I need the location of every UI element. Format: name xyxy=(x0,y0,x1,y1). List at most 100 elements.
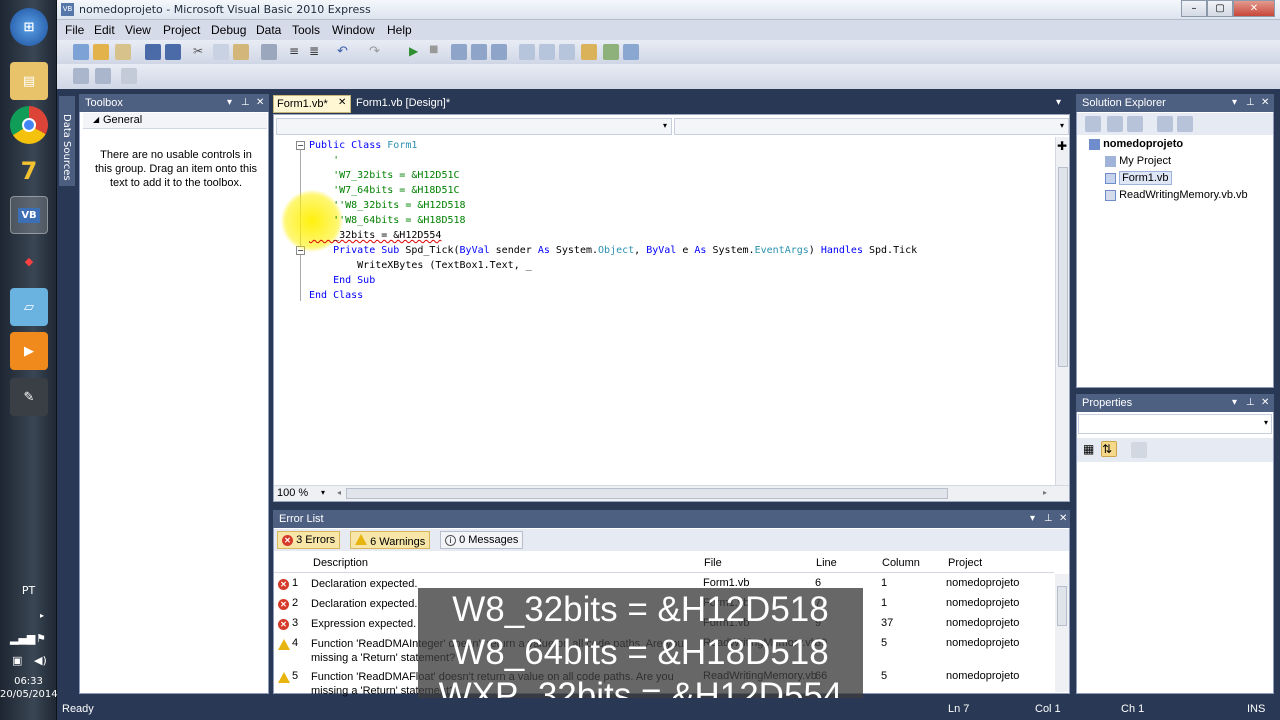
new-project-icon[interactable] xyxy=(73,44,89,60)
object-browser-icon[interactable] xyxy=(559,44,575,60)
flag-icon[interactable]: ⚑ xyxy=(36,632,46,645)
format-icon[interactable] xyxy=(73,68,89,84)
align-icon[interactable] xyxy=(121,68,137,84)
app-icon[interactable]: ◆ xyxy=(10,242,48,280)
close-icon[interactable]: ✕ xyxy=(1261,394,1269,412)
column-description[interactable]: Description xyxy=(313,557,368,569)
tree-item-form1[interactable]: Form1.vb xyxy=(1105,171,1248,189)
start-debugging-icon[interactable]: ▶ xyxy=(409,44,425,60)
object-selector[interactable]: ▾ xyxy=(1078,414,1272,434)
column-file[interactable]: File xyxy=(704,557,722,569)
properties-icon[interactable] xyxy=(1085,116,1101,132)
network-icon[interactable]: ▂▄▆ xyxy=(10,632,35,645)
explorer-icon[interactable]: ▤ xyxy=(10,62,48,100)
dropdown-icon[interactable]: ▾ xyxy=(227,94,232,112)
column-line[interactable]: Line xyxy=(816,557,837,569)
horizontal-scrollbar[interactable]: 100 % ▾ ◂ ▸ xyxy=(274,485,1069,501)
tab-overflow-icon[interactable]: ▾ xyxy=(1056,97,1061,108)
comment-icon[interactable]: ≡ xyxy=(289,44,305,60)
dropdown-icon[interactable]: ▾ xyxy=(1232,94,1237,112)
tree-item-project[interactable]: nomedoprojeto xyxy=(1089,138,1232,155)
step-over-icon[interactable] xyxy=(471,44,487,60)
property-pages-icon[interactable] xyxy=(1131,442,1147,458)
zoom-level[interactable]: 100 % xyxy=(277,487,308,499)
tray-expand-icon[interactable]: ▸ xyxy=(40,611,44,620)
toolbox-group-general[interactable]: ◢ General xyxy=(83,113,267,129)
errors-filter-button[interactable]: ✕ 3 Errors xyxy=(277,531,341,549)
add-item-icon[interactable] xyxy=(115,44,131,60)
close-button[interactable]: ✕ xyxy=(1233,0,1275,17)
tab-form1-vb[interactable]: Form1.vb* ✕ xyxy=(273,95,351,113)
method-dropdown[interactable]: ▾ xyxy=(674,118,1069,135)
dropdown-icon[interactable]: ▾ xyxy=(1030,510,1035,528)
stop-icon[interactable]: ■ xyxy=(429,44,445,60)
battery-icon[interactable]: ▣ xyxy=(12,654,22,667)
error-list-scrollbar[interactable] xyxy=(1055,574,1069,692)
toolbox-icon[interactable] xyxy=(581,44,597,60)
dropdown-icon[interactable]: ▾ xyxy=(1232,394,1237,412)
undo-icon[interactable]: ↶ xyxy=(337,44,353,60)
messages-filter-button[interactable]: i 0 Messages xyxy=(440,531,524,549)
volume-icon[interactable]: ◀) xyxy=(34,654,47,667)
properties-window-icon[interactable] xyxy=(539,44,555,60)
notes-icon[interactable]: ▱ xyxy=(10,288,48,326)
extension-icon[interactable] xyxy=(603,44,619,60)
clock[interactable]: 06:33 20/05/2014 xyxy=(0,675,58,701)
seven-app-icon[interactable]: 7 xyxy=(10,152,48,190)
cut-icon[interactable]: ✂ xyxy=(193,44,209,60)
uncomment-icon[interactable]: ≣ xyxy=(309,44,325,60)
scroll-right-icon[interactable]: ▸ xyxy=(1043,488,1047,497)
menu-debug[interactable]: Debug xyxy=(211,23,246,37)
warnings-filter-button[interactable]: 6 Warnings xyxy=(350,531,431,549)
class-dropdown[interactable]: ▾ xyxy=(276,118,672,135)
pin-icon[interactable]: ⊥ xyxy=(1246,394,1255,412)
collapse-class-icon[interactable]: − xyxy=(296,141,305,150)
tool-icon[interactable]: ✎ xyxy=(10,378,48,416)
copy-icon[interactable] xyxy=(213,44,229,60)
window-icon[interactable] xyxy=(623,44,639,60)
menu-data[interactable]: Data xyxy=(256,23,281,37)
show-all-files-icon[interactable] xyxy=(1107,116,1123,132)
categorized-icon[interactable]: ▦ xyxy=(1083,442,1099,458)
view-designer-icon[interactable] xyxy=(1177,116,1193,132)
menu-help[interactable]: Help xyxy=(387,23,412,37)
solution-explorer-icon[interactable] xyxy=(519,44,535,60)
redo-icon[interactable]: ↷ xyxy=(369,44,385,60)
media-player-icon[interactable]: ▶ xyxy=(10,332,48,370)
save-icon[interactable] xyxy=(145,44,161,60)
tab-form1-design[interactable]: Form1.vb [Design]* xyxy=(352,96,462,113)
paste-icon[interactable] xyxy=(233,44,249,60)
tree-item-readwritingmemory[interactable]: ReadWritingMemory.vb.vb xyxy=(1105,189,1248,206)
chrome-icon[interactable] xyxy=(10,106,48,144)
visual-basic-icon[interactable]: VB xyxy=(10,196,48,234)
column-column[interactable]: Column xyxy=(882,557,920,569)
save-all-icon[interactable] xyxy=(165,44,181,60)
grid-icon[interactable] xyxy=(95,68,111,84)
pin-icon[interactable]: ⊥ xyxy=(1246,94,1255,112)
start-button[interactable]: ⊞ xyxy=(10,8,48,46)
close-icon[interactable]: ✕ xyxy=(1059,510,1067,528)
maximize-button[interactable]: ▢ xyxy=(1207,0,1233,17)
minimize-button[interactable]: – xyxy=(1181,0,1207,17)
step-into-icon[interactable] xyxy=(451,44,467,60)
language-indicator[interactable]: PT xyxy=(0,584,57,597)
column-project[interactable]: Project xyxy=(948,557,982,569)
scroll-left-icon[interactable]: ◂ xyxy=(337,488,341,497)
menu-view[interactable]: View xyxy=(125,23,151,37)
menu-edit[interactable]: Edit xyxy=(94,23,115,37)
find-icon[interactable] xyxy=(261,44,277,60)
menu-tools[interactable]: Tools xyxy=(292,23,320,37)
close-icon[interactable]: ✕ xyxy=(256,94,264,112)
menu-window[interactable]: Window xyxy=(332,23,375,37)
tree-item-my-project[interactable]: My Project xyxy=(1105,155,1248,172)
pin-icon[interactable]: ⊥ xyxy=(241,94,250,112)
view-code-icon[interactable] xyxy=(1157,116,1173,132)
step-out-icon[interactable] xyxy=(491,44,507,60)
vertical-scrollbar[interactable] xyxy=(1055,137,1069,487)
horizontal-scroll-thumb[interactable] xyxy=(346,488,948,499)
split-editor-icon[interactable]: ✚ xyxy=(1057,139,1067,153)
refresh-icon[interactable] xyxy=(1127,116,1143,132)
open-icon[interactable] xyxy=(93,44,109,60)
pin-icon[interactable]: ⊥ xyxy=(1044,510,1053,528)
data-sources-tab[interactable]: Data Sources xyxy=(59,96,75,186)
